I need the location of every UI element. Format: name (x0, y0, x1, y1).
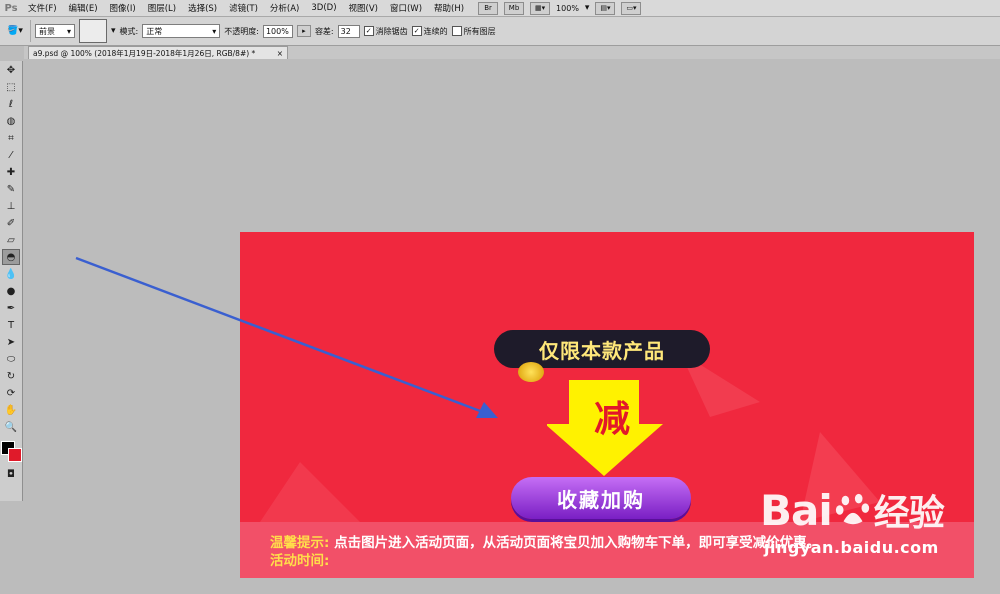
opacity-input[interactable]: 100% (262, 24, 293, 38)
menu-window[interactable]: 窗口(W) (384, 2, 428, 14)
menu-bar: Ps 文件(F) 编辑(E) 图像(I) 图层(L) 选择(S) 滤镜(T) 分… (0, 0, 1000, 17)
jingyan-text: 经验 (873, 493, 945, 534)
fill-source-select[interactable]: 前景 ▾ (35, 24, 75, 38)
dodge-icon[interactable]: ● (2, 283, 20, 299)
antialias-checkbox[interactable]: ✓ 消除锯齿 (363, 26, 408, 37)
empty-checkbox-icon (451, 26, 462, 36)
blur-icon[interactable]: 💧 (2, 266, 20, 282)
tolerance-input[interactable]: 32 (337, 24, 360, 38)
3d-rotate-icon[interactable]: ↻ (2, 368, 20, 384)
coin-icon (518, 362, 544, 382)
arrow-label: 减 (593, 399, 630, 440)
menu-view[interactable]: 视图(V) (343, 2, 384, 14)
document-title: a9.psd @ 100% (2018年1月19日-2018年1月26日, RG… (33, 48, 256, 58)
3d-orbit-icon[interactable]: ⟳ (2, 385, 20, 401)
chevron-down-icon: ▾ (212, 26, 217, 36)
opacity-label: 不透明度: (224, 26, 259, 36)
tool-preset-picker[interactable]: 🪣 ▾ (0, 20, 31, 42)
document-tab-bar: a9.psd @ 100% (2018年1月19日-2018年1月26日, RG… (24, 46, 1000, 59)
menu-3d[interactable]: 3D(D) (305, 3, 342, 13)
mini-bridge-button[interactable]: Mb (504, 1, 525, 15)
quick-select-icon[interactable]: ◍ (2, 113, 20, 129)
baidu-brand-text: Bai (760, 485, 833, 535)
screen-mode-icon[interactable]: ▭▾ (621, 1, 642, 15)
zoom-icon[interactable]: 🔍 (2, 419, 20, 435)
tolerance-label: 容差: (314, 26, 334, 36)
event-time-label: 活动时间: (270, 553, 330, 569)
all-layers-checkbox[interactable]: 所有图层 (451, 26, 496, 37)
eyedropper-icon[interactable]: ⁄ (2, 147, 20, 163)
paw-icon (835, 493, 869, 525)
background-color-swatch[interactable] (8, 448, 22, 462)
tools-panel: ✥ ⬚ ℓ ◍ ⌗ ⁄ ✚ ✎ ⊥ ✐ ▱ ◓ 💧 ● ✒ T ➤ ⬭ ↻ ⟳ … (0, 61, 23, 501)
pen-icon[interactable]: ✒ (2, 300, 20, 316)
menu-help[interactable]: 帮助(H) (428, 2, 470, 14)
contiguous-checkbox[interactable]: ✓ 连续的 (411, 26, 448, 37)
quick-mask-icon[interactable]: ◘ (2, 466, 20, 482)
menu-analysis[interactable]: 分析(A) (264, 2, 305, 14)
zoom-level[interactable]: 100% (556, 4, 579, 13)
chevron-down-icon: ▾ (18, 26, 23, 36)
menu-image[interactable]: 图像(I) (104, 2, 142, 14)
lasso-icon[interactable]: ℓ (2, 96, 20, 112)
all-layers-label: 所有图层 (463, 26, 496, 36)
document-tab[interactable]: a9.psd @ 100% (2018年1月19日-2018年1月26日, RG… (28, 46, 288, 59)
mode-value: 正常 (146, 26, 163, 36)
paint-bucket-icon: 🪣 (7, 26, 19, 36)
pattern-swatch[interactable] (79, 19, 107, 43)
tip-label: 温馨提示: (270, 535, 330, 551)
tips-block: 温馨提示: 点击图片进入活动页面，从活动页面将宝贝加入购物车下单，即可享受减价优… (270, 534, 820, 570)
path-select-icon[interactable]: ➤ (2, 334, 20, 350)
move-icon[interactable]: ✥ (2, 62, 20, 78)
paint-bucket-icon[interactable]: ◓ (2, 249, 20, 265)
options-bar: 🪣 ▾ 前景 ▾ ▾ 模式: 正常 ▾ 不透明度: 100% ▸ 容差: 32 ✓ 消除… (0, 17, 1000, 46)
arrange-documents-icon[interactable]: ▤▾ (595, 1, 616, 15)
healing-icon[interactable]: ✚ (2, 164, 20, 180)
stamp-icon[interactable]: ⊥ (2, 198, 20, 214)
eraser-icon[interactable]: ▱ (2, 232, 20, 248)
history-brush-icon[interactable]: ✐ (2, 215, 20, 231)
menu-select[interactable]: 选择(S) (182, 2, 223, 14)
zoom-dropdown-icon[interactable]: ▾ (585, 3, 590, 13)
chevron-down-icon[interactable]: ▾ (111, 26, 116, 36)
color-swatches (0, 439, 22, 465)
check-icon: ✓ (363, 26, 374, 36)
view-extras-icon[interactable]: ▦▾ (530, 1, 551, 15)
opacity-slider-icon[interactable]: ▸ (296, 25, 311, 37)
fill-source-value: 前景 (39, 26, 55, 36)
crop-icon[interactable]: ⌗ (2, 130, 20, 146)
watermark-url: jingyan.baidu.com (764, 538, 939, 557)
bridge-button[interactable]: Br (478, 1, 499, 15)
type-icon[interactable]: T (2, 317, 20, 333)
ps-logo: Ps (4, 2, 18, 14)
marquee-icon[interactable]: ⬚ (2, 79, 20, 95)
menubar-extras: Br Mb ▦▾ 100% ▾ ▤▾ ▭▾ (478, 1, 642, 15)
menu-filter[interactable]: 滤镜(T) (223, 2, 264, 14)
baidu-watermark: Bai 经验 jingyan.baidu.com (760, 484, 950, 574)
check-icon: ✓ (411, 26, 422, 36)
shape-icon[interactable]: ⬭ (2, 351, 20, 367)
add-to-cart-button[interactable]: 收藏加购 (511, 477, 691, 519)
antialias-label: 消除锯齿 (375, 26, 408, 36)
menu-file[interactable]: 文件(F) (22, 2, 63, 14)
hand-icon[interactable]: ✋ (2, 402, 20, 418)
contiguous-label: 连续的 (423, 26, 448, 36)
mode-select[interactable]: 正常 ▾ (142, 24, 221, 38)
close-icon[interactable]: × (277, 49, 283, 58)
tip-text: 点击图片进入活动页面，从活动页面将宝贝加入购物车下单，即可享受减价优惠。 (334, 535, 821, 551)
menu-edit[interactable]: 编辑(E) (63, 2, 104, 14)
mode-label: 模式: (119, 26, 139, 36)
chevron-down-icon: ▾ (66, 26, 71, 36)
brush-icon[interactable]: ✎ (2, 181, 20, 197)
menu-layer[interactable]: 图层(L) (142, 2, 182, 14)
baidu-logo: Bai 经验 (760, 484, 950, 536)
